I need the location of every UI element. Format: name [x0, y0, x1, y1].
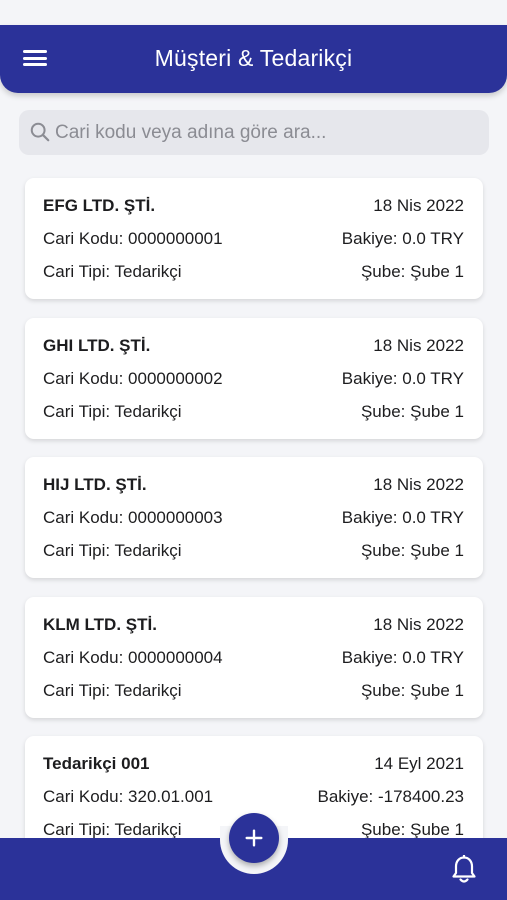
bell-icon[interactable] [451, 855, 477, 885]
cari-balance: Bakiye: 0.0 TRY [341, 508, 464, 527]
add-button[interactable] [229, 813, 279, 863]
cari-date: 18 Nis 2022 [373, 615, 464, 634]
list-item[interactable]: EFG LTD. ŞTİ. 18 Nis 2022 Cari Kodu: 0000… [25, 178, 483, 299]
list-item[interactable]: HIJ LTD. ŞTİ. 18 Nis 2022 Cari Kodu: 0000… [25, 457, 483, 578]
cari-balance: Bakiye: 0.0 TRY [341, 369, 464, 388]
plus-icon [245, 829, 263, 847]
cari-name: GHI LTD. ŞTİ. [43, 336, 151, 355]
cari-code: Cari Kodu: 0000000003 [43, 508, 223, 527]
cari-code: Cari Kodu: 0000000001 [43, 229, 223, 248]
cari-type: Cari Tipi: Tedarikçi [43, 541, 182, 560]
cari-balance: Bakiye: 0.0 TRY [341, 229, 464, 248]
cari-type: Cari Tipi: Tedarikçi [43, 820, 182, 838]
cari-type: Cari Tipi: Tedarikçi [43, 681, 182, 700]
cari-branch: Şube: Şube 1 [360, 541, 464, 560]
list-item[interactable]: KLM LTD. ŞTİ. 18 Nis 2022 Cari Kodu: 0000… [25, 597, 483, 718]
cari-name: EFG LTD. ŞTİ. [43, 196, 156, 215]
cari-balance: Bakiye: -178400.23 [317, 787, 465, 806]
cari-date: 18 Nis 2022 [373, 475, 464, 494]
cari-branch: Şube: Şube 1 [360, 262, 464, 281]
cari-code: Cari Kodu: 320.01.001 [43, 787, 214, 806]
cari-code: Cari Kodu: 0000000002 [43, 369, 223, 388]
cari-code: Cari Kodu: 0000000004 [43, 648, 223, 667]
list-item[interactable]: GHI LTD. ŞTİ. 18 Nis 2022 Cari Kodu: 0000… [25, 318, 483, 439]
cari-type: Cari Tipi: Tedarikçi [43, 402, 182, 421]
cari-date: 18 Nis 2022 [373, 196, 464, 215]
cari-date: 18 Nis 2022 [373, 336, 464, 355]
cari-branch: Şube: Şube 1 [360, 402, 464, 421]
cari-type: Cari Tipi: Tedarikçi [43, 262, 182, 281]
cari-balance: Bakiye: 0.0 TRY [341, 648, 464, 667]
cari-date: 14 Eyl 2021 [374, 754, 464, 773]
cari-name: KLM LTD. ŞTİ. [43, 615, 157, 634]
contact-list[interactable]: EFG LTD. ŞTİ. 18 Nis 2022 Cari Kodu: 0000… [0, 0, 507, 838]
cari-name: Tedarikçi 001 [43, 754, 150, 773]
cari-branch: Şube: Şube 1 [360, 820, 464, 838]
cari-name: HIJ LTD. ŞTİ. [43, 475, 147, 494]
cari-branch: Şube: Şube 1 [360, 681, 464, 700]
